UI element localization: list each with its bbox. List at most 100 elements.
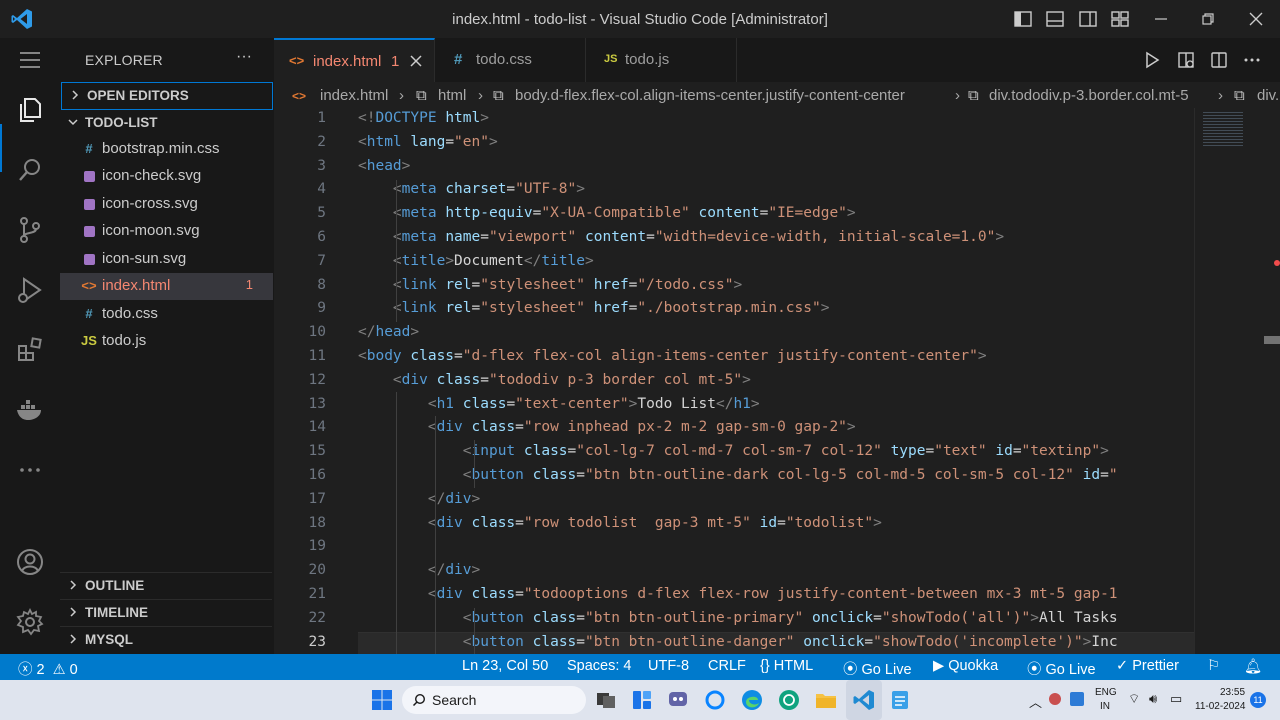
code-line[interactable]: </div> (358, 562, 480, 578)
cursor-position[interactable]: Ln 23, Col 50 (462, 658, 548, 674)
file-item-icon-cross-svg[interactable]: icon-cross.svg (60, 191, 273, 218)
code-line[interactable]: <head> (358, 158, 410, 174)
tab-todo-js[interactable]: JS todo.js (586, 38, 737, 82)
restore-icon[interactable] (1198, 9, 1218, 29)
code-line[interactable]: </head> (358, 324, 419, 340)
chatgpt-icon[interactable] (777, 688, 801, 712)
code-line[interactable]: <button class="btn btn-outline-dark col-… (358, 467, 1118, 483)
notification-count-badge[interactable]: 11 (1250, 692, 1266, 708)
code-line[interactable]: <meta name="viewport" content="width=dev… (358, 229, 1004, 245)
minimap[interactable] (1194, 108, 1280, 654)
code-line[interactable]: <button class="btn btn-outline-primary" … (358, 610, 1118, 626)
file-item-icon-moon-svg[interactable]: icon-moon.svg (60, 218, 273, 245)
quokka-button[interactable]: ▶ Quokka (933, 658, 998, 674)
settings-gear-icon[interactable] (14, 606, 46, 638)
section-open-editors[interactable]: OPEN EDITORS (61, 82, 273, 110)
docker-icon[interactable] (14, 394, 46, 426)
file-item-todo-css[interactable]: # todo.css (60, 301, 273, 328)
code-line[interactable]: <h1 class="text-center">Todo List</h1> (358, 396, 760, 412)
search-icon[interactable] (14, 154, 46, 186)
file-item-icon-sun-svg[interactable]: icon-sun.svg (60, 246, 273, 273)
battery-icon[interactable]: ▭ (1170, 691, 1182, 707)
go-live-button-2[interactable]: ⦿ Go Live (1027, 658, 1096, 679)
code-line[interactable]: </div> (358, 491, 480, 507)
code-line[interactable]: <meta http-equiv="X-UA-Compatible" conte… (358, 205, 856, 221)
indentation[interactable]: Spaces: 4 (567, 658, 632, 674)
open-preview-icon[interactable] (1176, 50, 1196, 70)
explorer-more-icon[interactable]: ··· (236, 48, 252, 66)
go-live-button[interactable]: ⦿ Go Live (843, 658, 912, 679)
tab-todo-css[interactable]: # todo.css (435, 38, 586, 82)
menu-icon[interactable] (14, 44, 46, 76)
breadcrumb-more[interactable]: div. (1257, 87, 1279, 104)
file-item-todo-js[interactable]: JS todo.js (60, 328, 273, 355)
file-item-index-html[interactable]: <> index.html 1 (60, 273, 273, 300)
edge-browser-icon[interactable] (740, 688, 764, 712)
close-tab-icon[interactable] (409, 54, 423, 68)
breadcrumb-html[interactable]: html (438, 87, 466, 104)
language-mode[interactable]: {} HTML (760, 658, 813, 674)
tray-app-icon[interactable] (1049, 693, 1061, 705)
encoding[interactable]: UTF-8 (648, 658, 689, 674)
code-line[interactable]: <div class="todooptions d-flex flex-row … (358, 586, 1118, 602)
code-line[interactable]: <body class="d-flex flex-col align-items… (358, 348, 987, 364)
task-view-icon[interactable] (594, 688, 618, 712)
minimize-icon[interactable] (1151, 9, 1171, 29)
extensions-icon[interactable] (14, 334, 46, 366)
toggle-panel-icon[interactable] (1045, 9, 1065, 29)
clock-time[interactable]: 23:55 (1220, 687, 1245, 698)
volume-icon[interactable]: 🔊︎ (1149, 691, 1157, 707)
code-line[interactable]: <!DOCTYPE html> (358, 110, 489, 126)
language-indicator[interactable]: ENG (1095, 687, 1117, 698)
file-item-bootstrap-min-css[interactable]: # bootstrap.min.css (60, 136, 273, 163)
code-line[interactable]: <div class="row inphead px-2 m-2 gap-sm-… (358, 419, 856, 435)
more-actions-icon[interactable] (1242, 50, 1262, 70)
teams-chat-icon[interactable] (666, 688, 690, 712)
code-line[interactable]: <link rel="stylesheet" href="./bootstrap… (358, 300, 830, 316)
breadcrumb-body[interactable]: body.d-flex.flex-col.align-items-center.… (515, 87, 905, 104)
run-icon[interactable] (1142, 50, 1162, 70)
code-line[interactable]: <meta charset="UTF-8"> (358, 181, 585, 197)
clock-date[interactable]: 11-02-2024 (1195, 701, 1245, 712)
split-editor-icon[interactable] (1209, 50, 1229, 70)
more-views-icon[interactable] (14, 454, 46, 486)
breadcrumb-file[interactable]: index.html (320, 87, 388, 104)
customize-layout-icon[interactable] (1110, 9, 1130, 29)
tab-index-html[interactable]: <> index.html 1 (274, 38, 435, 82)
feedback-icon[interactable]: ⚐ (1207, 658, 1220, 674)
problems-indicator[interactable]: ⓧ 2 ⚠ 0 (18, 658, 78, 679)
section-timeline[interactable]: TIMELINE (60, 599, 272, 626)
notepad-icon[interactable] (888, 688, 912, 712)
source-control-icon[interactable] (14, 214, 46, 246)
breadcrumb-div[interactable]: div.tododiv.p-3.border.col.mt-5 (989, 87, 1189, 104)
prettier-button[interactable]: ✓ Prettier (1116, 658, 1179, 674)
taskbar-search[interactable]: Search (402, 686, 586, 714)
toggle-secondary-sidebar-icon[interactable] (1078, 9, 1098, 29)
file-explorer-icon[interactable] (814, 688, 838, 712)
windows-start-icon[interactable] (370, 688, 394, 712)
notifications-bell-icon[interactable]: 🔔︎ (1244, 658, 1262, 675)
code-line[interactable]: <link rel="stylesheet" href="/todo.css"> (358, 277, 742, 293)
widgets-icon[interactable] (630, 688, 654, 712)
scrollbar-thumb[interactable] (1264, 336, 1280, 344)
end-of-line[interactable]: CRLF (708, 658, 746, 674)
code-line[interactable]: <input class="col-lg-7 col-md-7 col-sm-7… (358, 443, 1109, 459)
section-todo-list[interactable]: TODO-LIST (60, 110, 272, 136)
section-mysql[interactable]: MYSQL (60, 626, 272, 653)
show-hidden-icons-icon[interactable]: ︿ (1029, 692, 1042, 711)
code-line[interactable]: <button class="btn btn-outline-danger" o… (358, 634, 1118, 650)
toggle-primary-sidebar-icon[interactable] (1013, 9, 1033, 29)
section-outline[interactable]: OUTLINE (60, 572, 272, 599)
explorer-icon[interactable] (14, 94, 46, 126)
code-line[interactable]: <title>Document</title> (358, 253, 594, 269)
code-editor[interactable]: 1 2 3 4 5 6 7 8 9 10 11 12 13 14 15 16 17 18 19 20 21 22 23 <!… (274, 108, 1280, 654)
vscode-taskbar-icon[interactable] (852, 688, 876, 712)
code-line[interactable]: <div class="tododiv p-3 border col mt-5"… (358, 372, 751, 388)
wifi-icon[interactable]: ⌔ (1128, 691, 1140, 707)
defender-icon[interactable] (1070, 692, 1084, 706)
code-line[interactable]: <div class="row todolist gap-3 mt-5" id=… (358, 515, 882, 531)
run-debug-icon[interactable] (14, 274, 46, 306)
file-item-icon-check-svg[interactable]: icon-check.svg (60, 163, 273, 190)
code-line[interactable]: <html lang="en"> (358, 134, 498, 150)
close-window-icon[interactable] (1246, 9, 1266, 29)
